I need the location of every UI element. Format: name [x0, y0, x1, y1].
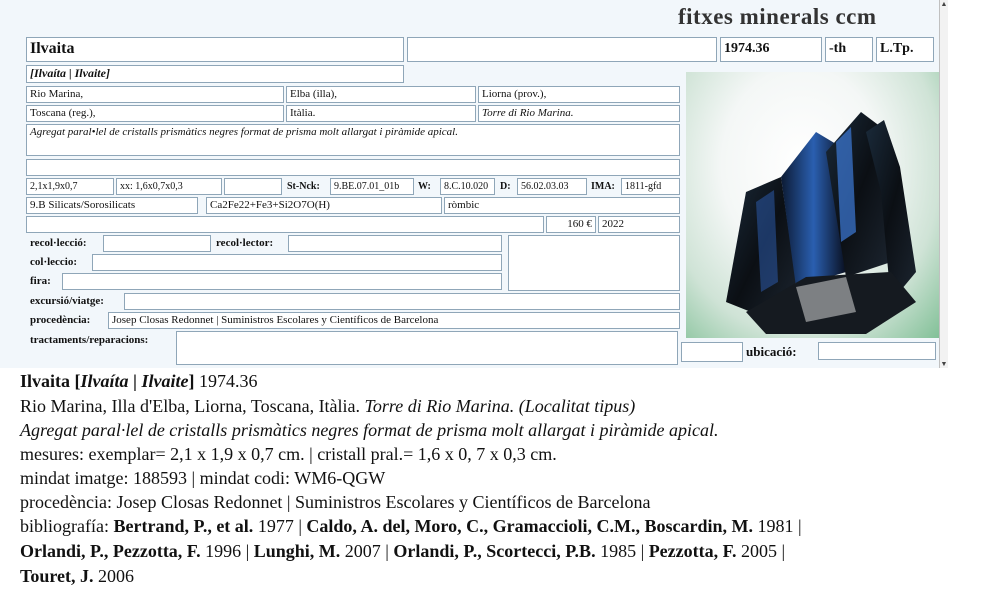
size-crystal-field[interactable]: xx: 1,6x0,7x0,3	[116, 178, 222, 195]
locality-3-field[interactable]: Liorna (prov.),	[478, 86, 680, 103]
vertical-scrollbar[interactable]: ▲ ▼	[939, 0, 948, 368]
w-field[interactable]: 8.C.10.020	[440, 178, 495, 195]
colleccio-label: col·leccio:	[30, 256, 78, 268]
biblio-year-1: 1977 |	[253, 516, 307, 536]
app-title: fitxes minerals ccm	[678, 4, 877, 29]
summary-line-1: Ilvaita [Ilvaíta | Ilvaite] 1974.36	[20, 369, 257, 393]
summary-syn-a: Ilvaíta	[80, 371, 129, 391]
biblio-author-2: Caldo, A. del, Moro, C., Gramaccioli, C.…	[306, 516, 754, 536]
blank-bottom-field[interactable]	[681, 342, 743, 362]
summary-biblio-line-2: Orlandi, P., Pezzotta, F. 1996 | Lunghi,…	[20, 539, 785, 563]
summary-syn-sep: |	[128, 371, 142, 391]
blank-wide-field[interactable]	[26, 159, 680, 176]
formula-field[interactable]: Ca2Fe22+Fe3+Si2O7O(H)	[206, 197, 442, 214]
recolector-field[interactable]	[288, 235, 502, 252]
record-form: fitxes minerals ccm Ilvaita 1974.36 -th …	[0, 0, 948, 368]
scroll-down-icon[interactable]: ▼	[940, 360, 948, 368]
excursio-label: excursió/viatge:	[30, 295, 104, 307]
biblio-author-7: Touret, J.	[20, 566, 94, 586]
synonyms-field[interactable]: [Ilvaíta | Ilvaite]	[26, 65, 404, 83]
class-field[interactable]: 9.B Silicats/Sorosilicats	[26, 197, 198, 214]
blank-top-field[interactable]	[407, 37, 717, 62]
mineral-photo	[686, 72, 942, 338]
locality-4-field[interactable]: Toscana (reg.),	[26, 105, 284, 122]
scroll-up-icon[interactable]: ▲	[940, 0, 948, 8]
biblio-author-4: Lunghi, M.	[253, 541, 341, 561]
procedencia-field[interactable]: Josep Closas Redonnet | Suministros Esco…	[108, 312, 680, 329]
description-field[interactable]: Agregat paral•lel de cristalls prismàtic…	[26, 124, 680, 156]
recoleccio-label: recol·lecció:	[30, 237, 87, 249]
biblio-year-4: 2007 |	[340, 541, 394, 561]
summary-line-2: Rio Marina, Illa d'Elba, Liorna, Toscana…	[20, 394, 635, 418]
biblio-year-3: 1996 |	[200, 541, 254, 561]
summary-locality: Rio Marina, Illa d'Elba, Liorna, Toscana…	[20, 396, 365, 416]
colleccio-field[interactable]	[92, 254, 502, 271]
biblio-year-2: 1981 |	[753, 516, 802, 536]
biblio-year-6: 2005 |	[736, 541, 786, 561]
mineral-crystal-graphic	[726, 112, 916, 334]
ima-field[interactable]: 1811-gfd	[621, 178, 680, 195]
name-field[interactable]: Ilvaita	[26, 37, 404, 62]
recoleccio-field[interactable]	[103, 235, 211, 252]
summary-locality-italic: Torre di Rio Marina. (Localitat tipus)	[364, 396, 636, 416]
strunz-label: St-Nck:	[287, 181, 320, 192]
suffix-field[interactable]: -th	[825, 37, 873, 62]
summary-biblio-line-1: bibliografía: Bertrand, P., et al. 1977 …	[20, 514, 802, 538]
size-specimen-field[interactable]: 2,1x1,9x0,7	[26, 178, 114, 195]
summary-name: Ilvaita	[20, 371, 71, 391]
ubicacio-label: ubicació:	[746, 344, 797, 359]
locality-1-field[interactable]: Rio Marina,	[26, 86, 284, 103]
summary-line-6: procedència: Josep Closas Redonnet | Sum…	[20, 492, 651, 512]
locality-5-field[interactable]: Itàlia.	[286, 105, 476, 122]
excursio-field[interactable]	[124, 293, 680, 310]
blank-size-field[interactable]	[224, 178, 282, 195]
blank-price-row-field[interactable]	[26, 216, 544, 233]
notes-box[interactable]	[508, 235, 680, 291]
type-locality-field[interactable]: L.Tp.	[876, 37, 934, 62]
biblio-author-1: Bertrand, P., et al.	[113, 516, 254, 536]
summary-syn-open: [	[70, 371, 81, 391]
price-field[interactable]: 160 €	[546, 216, 596, 233]
tractaments-label: tractaments/reparacions:	[30, 334, 149, 346]
d-label: D:	[500, 181, 511, 192]
summary-number: 1974.36	[194, 371, 258, 391]
biblio-author-3: Orlandi, P., Pezzotta, F.	[20, 541, 201, 561]
summary-line-3: Agregat paral·lel de cristalls prismàtic…	[20, 418, 718, 442]
biblio-year-7: 2006	[93, 566, 135, 586]
strunz-field[interactable]: 9.BE.07.01_01b	[330, 178, 414, 195]
procedencia-label: procedència:	[30, 314, 91, 326]
summary-line-5: mindat imatge: 188593 | mindat codi: WM6…	[20, 468, 386, 488]
summary-biblio-line-3: Touret, J. 2006	[20, 564, 134, 588]
fira-label: fira:	[30, 275, 51, 287]
year-field[interactable]: 2022	[598, 216, 680, 233]
ima-label: IMA:	[591, 181, 615, 192]
tractaments-field[interactable]	[176, 331, 678, 365]
summary-description: Agregat paral·lel de cristalls prismàtic…	[20, 420, 719, 440]
summary-line-4: mesures: exemplar= 2,1 x 1,9 x 0,7 cm. |…	[20, 444, 557, 464]
recolector-label: recol·lector:	[216, 237, 274, 249]
crystal-system-field[interactable]: ròmbic	[444, 197, 680, 214]
ubicacio-field[interactable]	[818, 342, 936, 360]
w-label: W:	[418, 181, 431, 192]
locality-6-field[interactable]: Torre di Rio Marina.	[478, 105, 680, 122]
number-field[interactable]: 1974.36	[720, 37, 822, 62]
biblio-author-5: Orlandi, P., Scortecci, P.B.	[393, 541, 596, 561]
biblio-label: bibliografía:	[20, 516, 114, 536]
biblio-year-5: 1985 |	[595, 541, 649, 561]
fira-field[interactable]	[62, 273, 502, 290]
locality-2-field[interactable]: Elba (illa),	[286, 86, 476, 103]
summary-syn-b: Ilvaite	[141, 371, 189, 391]
d-field[interactable]: 56.02.03.03	[517, 178, 587, 195]
biblio-author-6: Pezzotta, F.	[648, 541, 737, 561]
